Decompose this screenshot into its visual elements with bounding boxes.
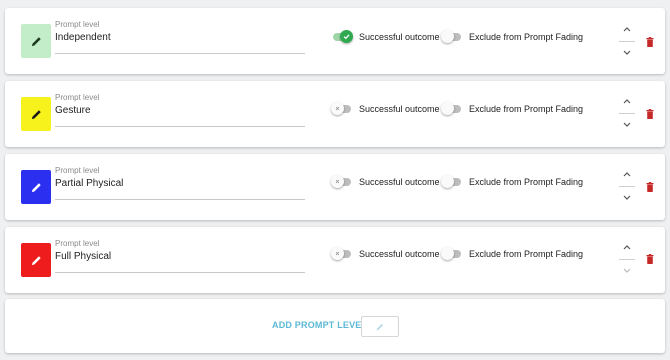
toggle-thumb — [331, 247, 344, 260]
field-label: Prompt level — [55, 20, 100, 29]
field-label: Prompt level — [55, 239, 100, 248]
toggle-thumb — [331, 102, 344, 115]
color-picker-button[interactable] — [21, 170, 51, 204]
exclude-fading-label: Exclude from Prompt Fading — [469, 177, 584, 187]
toggle-thumb — [441, 102, 454, 115]
arrow-divider — [619, 41, 635, 42]
move-down-button[interactable] — [619, 46, 635, 60]
field-label: Prompt level — [55, 93, 100, 102]
delete-button[interactable] — [644, 181, 656, 193]
chevron-down-icon — [623, 195, 631, 200]
add-prompt-level-card: ADD PROMPT LEVEL — [5, 299, 665, 353]
move-up-button[interactable] — [619, 240, 635, 254]
color-picker-button[interactable] — [21, 243, 51, 277]
delete-button[interactable] — [644, 108, 656, 120]
pencil-icon — [376, 323, 384, 330]
trash-icon — [646, 182, 654, 192]
delete-button[interactable] — [644, 36, 656, 48]
exclude-fading-toggle[interactable] — [441, 102, 463, 116]
toggle-thumb — [441, 30, 454, 43]
new-level-color-picker[interactable] — [361, 316, 399, 337]
exclude-fading-toggle[interactable] — [441, 247, 463, 261]
successful-outcome-label: Successful outcome — [359, 249, 440, 259]
field-underline — [55, 126, 305, 127]
check-icon — [343, 34, 350, 40]
trash-icon — [646, 37, 654, 47]
prompt-level-value[interactable]: Partial Physical — [55, 178, 123, 189]
prompt-level-field[interactable]: Prompt level Independent — [55, 20, 305, 64]
pencil-icon — [31, 109, 41, 119]
close-icon — [335, 179, 340, 184]
exclude-fading-label: Exclude from Prompt Fading — [469, 32, 584, 42]
successful-outcome-label: Successful outcome — [359, 104, 440, 114]
exclude-fading-toggle[interactable] — [441, 175, 463, 189]
move-up-button[interactable] — [619, 167, 635, 181]
prompt-level-field[interactable]: Prompt level Partial Physical — [55, 166, 305, 210]
pencil-icon — [31, 36, 41, 46]
chevron-down-icon — [623, 122, 631, 127]
chevron-up-icon — [623, 245, 631, 250]
close-icon — [335, 251, 340, 256]
color-picker-button[interactable] — [21, 24, 51, 58]
prompt-level-card: Prompt level Partial Physical Successful… — [5, 154, 665, 220]
prompt-level-card: Prompt level Gesture Successful outcome … — [5, 81, 665, 147]
color-picker-button[interactable] — [21, 97, 51, 131]
prompt-level-value[interactable]: Full Physical — [55, 251, 111, 262]
successful-outcome-toggle[interactable] — [331, 247, 353, 261]
chevron-up-icon — [623, 99, 631, 104]
arrow-divider — [619, 113, 635, 114]
exclude-fading-label: Exclude from Prompt Fading — [469, 249, 584, 259]
successful-outcome-label: Successful outcome — [359, 32, 440, 42]
chevron-up-icon — [623, 27, 631, 32]
arrow-divider — [619, 259, 635, 260]
successful-outcome-label: Successful outcome — [359, 177, 440, 187]
prompt-level-card: Prompt level Independent Successful outc… — [5, 8, 665, 74]
move-down-button[interactable] — [619, 264, 635, 278]
pencil-icon — [31, 182, 41, 192]
successful-outcome-toggle[interactable] — [331, 102, 353, 116]
toggle-thumb — [441, 247, 454, 260]
toggle-thumb — [441, 175, 454, 188]
arrow-divider — [619, 186, 635, 187]
trash-icon — [646, 109, 654, 119]
toggle-thumb — [331, 175, 344, 188]
field-label: Prompt level — [55, 166, 100, 175]
move-up-button[interactable] — [619, 94, 635, 108]
field-underline — [55, 272, 305, 273]
prompt-level-value[interactable]: Independent — [55, 32, 111, 43]
prompt-level-value[interactable]: Gesture — [55, 105, 91, 116]
prompt-level-card: Prompt level Full Physical Successful ou… — [5, 227, 665, 293]
chevron-down-icon — [623, 268, 631, 273]
toggle-thumb — [340, 30, 353, 43]
delete-button[interactable] — [644, 253, 656, 265]
trash-icon — [646, 254, 654, 264]
exclude-fading-label: Exclude from Prompt Fading — [469, 104, 584, 114]
exclude-fading-toggle[interactable] — [441, 30, 463, 44]
chevron-up-icon — [623, 172, 631, 177]
move-up-button[interactable] — [619, 22, 635, 36]
add-prompt-level-button[interactable]: ADD PROMPT LEVEL — [272, 320, 367, 330]
close-icon — [335, 106, 340, 111]
prompt-level-field[interactable]: Prompt level Gesture — [55, 93, 305, 137]
successful-outcome-toggle[interactable] — [331, 175, 353, 189]
successful-outcome-toggle[interactable] — [331, 30, 353, 44]
chevron-down-icon — [623, 50, 631, 55]
move-down-button[interactable] — [619, 191, 635, 205]
prompt-level-field[interactable]: Prompt level Full Physical — [55, 239, 305, 283]
field-underline — [55, 53, 305, 54]
field-underline — [55, 199, 305, 200]
pencil-icon — [31, 255, 41, 265]
move-down-button[interactable] — [619, 118, 635, 132]
